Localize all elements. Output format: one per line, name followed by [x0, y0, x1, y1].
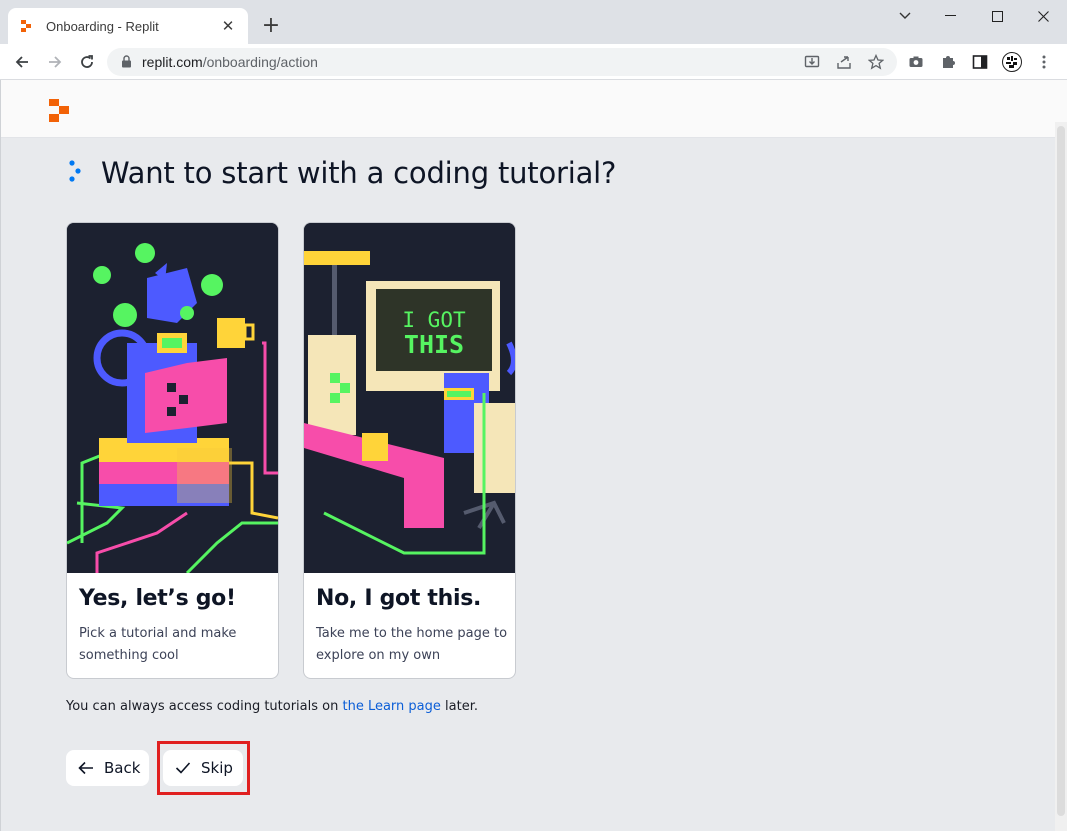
dots-icon	[67, 158, 83, 188]
tab-title: Onboarding - Replit	[46, 18, 159, 34]
back-label: Back	[104, 759, 141, 777]
browser-tab[interactable]: Onboarding - Replit ✕	[8, 8, 248, 44]
replit-favicon-icon	[18, 18, 34, 34]
reload-icon[interactable]	[75, 50, 99, 74]
camera-icon[interactable]	[906, 52, 926, 72]
share-icon[interactable]	[834, 52, 854, 72]
screen-text-line1: I GOT	[402, 308, 466, 332]
skip-highlight-box	[157, 741, 250, 795]
site-header	[1, 80, 1067, 138]
computer-cat-illustration: I GOT THIS	[304, 223, 515, 573]
learn-page-hint: You can always access coding tutorials o…	[66, 699, 478, 714]
extensions-icon[interactable]	[938, 52, 958, 72]
tab-search-chevron-icon[interactable]	[882, 0, 928, 32]
scrollbar-thumb[interactable]	[1057, 126, 1065, 816]
no-thanks-card[interactable]: I GOT THIS No, I got this. Take me to th…	[303, 222, 516, 679]
arrow-left-icon	[78, 761, 94, 775]
card-title: No, I got this.	[316, 586, 482, 611]
screen-text-line2: THIS	[404, 330, 464, 359]
minimize-icon[interactable]	[928, 0, 974, 32]
back-button[interactable]: Back	[66, 750, 149, 786]
maximize-icon[interactable]	[974, 0, 1020, 32]
profile-avatar[interactable]	[1002, 52, 1022, 72]
bookmark-star-icon[interactable]	[866, 52, 886, 72]
back-arrow-icon[interactable]	[10, 50, 34, 74]
lock-icon	[121, 53, 132, 72]
forward-arrow-icon[interactable]	[43, 50, 67, 74]
hint-text: You can always access coding tutorials o…	[66, 699, 343, 714]
page-content: Want to start with a coding tutorial? Ye…	[0, 80, 1067, 831]
browser-titlebar: Onboarding - Replit ✕ +	[0, 0, 1067, 44]
window-close-icon[interactable]	[1020, 0, 1066, 32]
tab-close-icon[interactable]: ✕	[218, 16, 238, 36]
install-app-icon[interactable]	[802, 52, 822, 72]
card-description: Take me to the home page to explore on m…	[316, 626, 508, 663]
browser-toolbar: replit.com/onboarding/action	[0, 44, 1067, 80]
more-menu-icon[interactable]	[1034, 52, 1054, 72]
card-description: Pick a tutorial and make something cool	[79, 626, 237, 663]
yes-tutorial-card[interactable]: Yes, let’s go! Pick a tutorial and make …	[66, 222, 279, 679]
page-scrollbar[interactable]	[1055, 122, 1067, 831]
replit-logo-icon[interactable]	[47, 98, 71, 128]
reading-cat-illustration	[67, 223, 278, 573]
address-bar[interactable]: replit.com/onboarding/action	[107, 48, 897, 76]
heading-row: Want to start with a coding tutorial?	[67, 156, 616, 190]
learn-page-link[interactable]: the Learn page	[342, 699, 440, 714]
url-path: /onboarding/action	[202, 54, 318, 70]
card-title: Yes, let’s go!	[79, 586, 236, 611]
page-title: Want to start with a coding tutorial?	[101, 156, 617, 190]
url-host: replit.com	[142, 54, 203, 70]
side-panel-icon[interactable]	[970, 52, 990, 72]
url-text: replit.com/onboarding/action	[142, 54, 318, 70]
hint-text-suffix: later.	[440, 699, 478, 714]
new-tab-icon[interactable]: +	[258, 12, 284, 38]
